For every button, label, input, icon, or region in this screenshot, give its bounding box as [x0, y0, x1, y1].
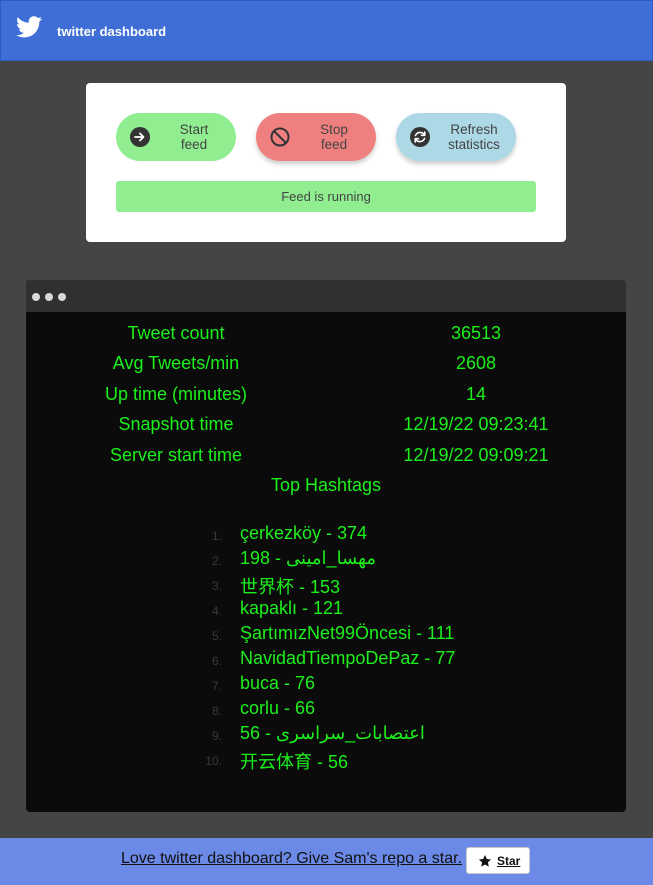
window-dot-icon	[32, 293, 40, 301]
hashtag-text: 开云体育 - 56	[240, 752, 349, 772]
list-item-number: 3.	[211, 579, 222, 593]
app-title: twitter dashboard	[57, 24, 167, 39]
uptime-label: Up time (minutes)	[104, 384, 248, 404]
window-dot-icon	[58, 293, 66, 301]
hashtag-text: مهسا_امینی - 198	[240, 548, 377, 568]
list-item-number: 6.	[211, 654, 222, 668]
tweet-count-label: Tweet count	[127, 323, 225, 343]
list-item: 3. 世界杯 - 153	[26, 573, 626, 598]
hashtag-text: corlu - 66	[240, 698, 316, 718]
control-panel: Start feed Stop feed Refresh statistics …	[86, 83, 566, 242]
uptime-value: 14	[465, 384, 487, 404]
list-item-number: 2.	[211, 554, 222, 568]
list-item: 4. kapaklı - 121	[26, 598, 626, 623]
hashtag-text: kapaklı - 121	[240, 598, 344, 618]
stop-feed-label: Stop feed	[320, 122, 348, 152]
star-button-label: Star	[497, 854, 521, 868]
list-item: 1. çerkezköy - 374	[26, 523, 626, 548]
stop-feed-button[interactable]: Stop feed	[256, 113, 376, 161]
avg-tweets-value: 2608	[455, 353, 497, 373]
refresh-icon	[410, 127, 430, 147]
avg-tweets-label: Avg Tweets/min	[112, 353, 240, 373]
window-dot-icon	[45, 293, 53, 301]
tweet-count-value: 36513	[450, 323, 502, 343]
hashtag-text: 世界杯 - 153	[240, 577, 341, 597]
list-item-number: 5.	[211, 629, 222, 643]
twitter-bird-icon	[16, 16, 42, 38]
top-hashtags-title: Top Hashtags	[270, 475, 382, 495]
hashtag-text: ŞartımızNet99Öncesi - 111	[240, 623, 455, 643]
footer-bar: Love twitter dashboard? Give Sam's repo …	[0, 838, 653, 885]
list-item-number: 10.	[205, 754, 222, 768]
list-item-number: 4.	[211, 604, 222, 618]
list-item-number: 7.	[211, 679, 222, 693]
feed-status-banner: Feed is running	[116, 181, 536, 212]
hashtag-text: NavidadTiempoDePaz - 77	[240, 648, 456, 668]
start-feed-button[interactable]: Start feed	[116, 113, 236, 161]
refresh-statistics-label: Refresh statistics	[448, 122, 500, 152]
start-feed-label: Start feed	[179, 122, 209, 152]
list-item-number: 1.	[211, 529, 222, 543]
statistics-terminal: Tweet count 36513 Avg Tweets/min 2608 Up…	[26, 280, 626, 812]
hashtag-text: çerkezköy - 374	[240, 523, 368, 543]
star-icon	[478, 855, 492, 867]
list-item: 7. buca - 76	[26, 673, 626, 698]
list-item: 2. مهسا_امینی - 198	[26, 548, 626, 573]
refresh-statistics-button[interactable]: Refresh statistics	[396, 113, 516, 161]
server-start-value: 12/19/22 09:09:21	[403, 445, 549, 465]
list-item-number: 8.	[211, 704, 222, 718]
block-icon	[270, 127, 290, 147]
repo-star-link[interactable]: Love twitter dashboard? Give Sam's repo …	[121, 850, 462, 868]
list-item: 8. corlu - 66	[26, 698, 626, 723]
header-bar: twitter dashboard	[0, 0, 653, 61]
terminal-title-bar	[26, 280, 626, 312]
server-start-label: Server start time	[109, 445, 243, 465]
snapshot-time-label: Snapshot time	[118, 414, 234, 434]
star-button[interactable]: Star	[466, 847, 530, 874]
list-item: 9. اعتصابات_سراسری - 56	[26, 723, 626, 748]
snapshot-time-value: 12/19/22 09:23:41	[403, 414, 549, 434]
list-item: 5. ŞartımızNet99Öncesi - 111	[26, 623, 626, 648]
list-item-number: 9.	[211, 729, 222, 743]
list-item: 6. NavidadTiempoDePaz - 77	[26, 648, 626, 673]
hashtag-text: اعتصابات_سراسری - 56	[240, 723, 425, 743]
list-item: 10. 开云体育 - 56	[26, 748, 626, 773]
hashtag-text: buca - 76	[240, 673, 316, 693]
arrow-right-circle-icon	[130, 127, 150, 147]
